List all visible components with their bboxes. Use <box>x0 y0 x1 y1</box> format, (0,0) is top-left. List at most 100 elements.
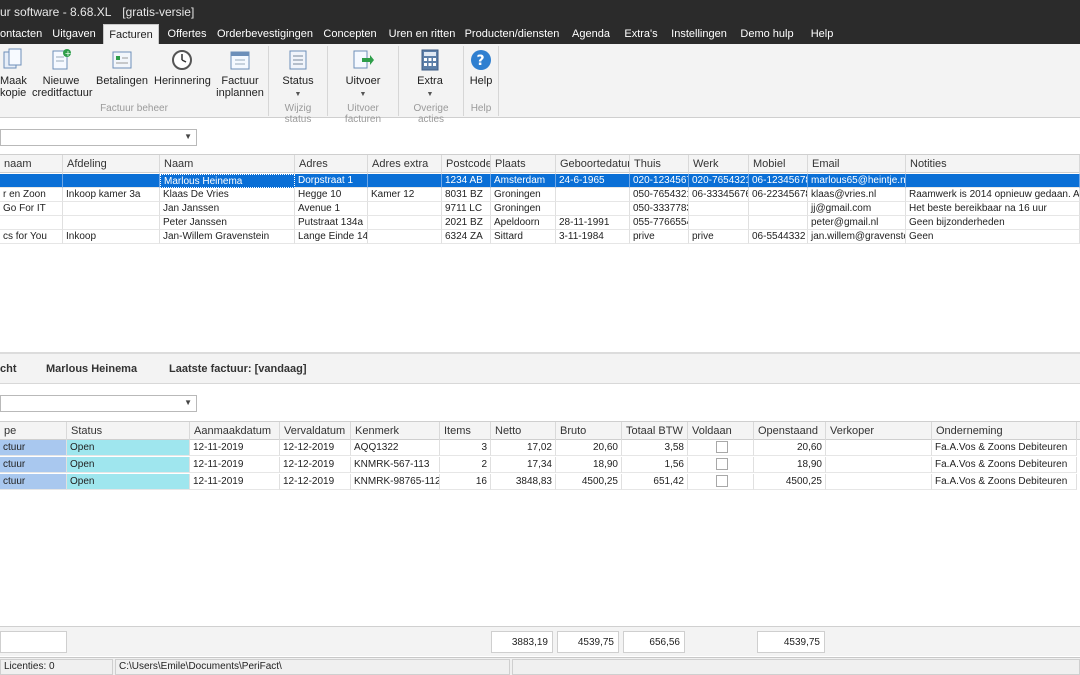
payments-button[interactable]: Betalingen <box>96 48 148 87</box>
menu-offertes[interactable]: Offertes <box>161 24 213 44</box>
group-factuur-beheer: Factuur beheer <box>100 103 168 114</box>
contact-cell: 3-11-1984 <box>556 230 630 244</box>
col-header[interactable]: Geboortedatum <box>556 155 630 174</box>
menu-facturen[interactable]: Facturen <box>103 24 159 45</box>
col-header[interactable]: Voldaan <box>688 422 754 441</box>
menu-uren-en-ritten[interactable]: Uren en ritten <box>386 24 458 44</box>
calendar-icon <box>229 48 251 72</box>
contact-row[interactable]: Go For IT Jan Janssen Avenue 1 9711 LC Groni… <box>0 202 1080 216</box>
col-header[interactable]: Items <box>440 422 491 441</box>
ribbon-separator <box>498 46 499 116</box>
col-header[interactable]: Onderneming <box>932 422 1077 441</box>
contact-cell: Dorpstraat 1 <box>295 174 368 188</box>
contact-row[interactable]: r en Zoon Inkoop kamer 3a Klaas De Vries He… <box>0 188 1080 202</box>
group-uitvoer-facturen: Uitvoer facturen <box>344 103 382 125</box>
menu-uitgaven[interactable]: Uitgaven <box>46 24 102 44</box>
col-header[interactable]: Aanmaakdatum <box>190 422 280 441</box>
menu-help[interactable]: Help <box>804 24 840 44</box>
col-header[interactable]: Bruto <box>556 422 622 441</box>
col-header[interactable]: Email <box>808 155 906 174</box>
extra-dropdown-button[interactable]: Extra ▼ <box>402 48 458 101</box>
contact-row[interactable]: Peter Janssen Putstraat 134a 2021 BZ Apeldo… <box>0 216 1080 230</box>
invoice-cell: 12-12-2019 <box>280 457 351 473</box>
col-header[interactable]: Thuis <box>630 155 689 174</box>
invoice-cell: 18,90 <box>556 457 622 473</box>
contacts-grid-header: naam Afdeling Naam Adres Adres extra Pos… <box>0 154 1080 174</box>
invoice-cell: AQQ1322 <box>351 440 440 456</box>
invoice-row[interactable]: ctuur Open 12-11-2019 12-12-2019 KNMRK-98765… <box>0 474 1080 490</box>
invoice-row[interactable]: ctuur Open 12-11-2019 12-12-2019 AQQ1322 3 17,… <box>0 440 1080 456</box>
col-header[interactable]: Werk <box>689 155 749 174</box>
col-header[interactable]: Plaats <box>491 155 556 174</box>
svg-text:+: + <box>65 49 72 58</box>
contact-cell: 6324 ZA <box>442 230 491 244</box>
contact-row[interactable]: Marlous Heinema Dorpstraat 1 1234 AB Amster… <box>0 174 1080 188</box>
contact-cell <box>368 202 442 216</box>
output-dropdown-button[interactable]: Uitvoer ▼ <box>330 48 396 101</box>
menu-contacten[interactable]: ontacten <box>0 24 42 44</box>
licenses-label: Licenties: 0 <box>0 659 113 675</box>
menu-bar: ontacten Uitgaven Facturen Offertes Orde… <box>0 24 1080 45</box>
col-header[interactable]: Postcode <box>442 155 491 174</box>
contact-cell: Groningen <box>491 188 556 202</box>
menu-agenda[interactable]: Agenda <box>566 24 616 44</box>
new-creditnote-button[interactable]: + Nieuwe creditfactuur <box>32 48 93 99</box>
invoice-cell: 3 <box>440 440 491 456</box>
menu-orderbevestigingen[interactable]: Orderbevestigingen <box>216 24 314 44</box>
contact-cell: Sittard <box>491 230 556 244</box>
contact-cell: 06-22345678 <box>749 188 808 202</box>
col-header[interactable]: Vervaldatum <box>280 422 351 441</box>
status-dropdown-button[interactable]: Status ▼ <box>272 48 324 101</box>
total-netto: 3883,19 <box>491 631 553 653</box>
col-header[interactable]: Totaal BTW <box>622 422 688 441</box>
col-header[interactable]: Kenmerk <box>351 422 440 441</box>
clock-icon <box>171 48 193 72</box>
menu-demo-hulp[interactable]: Demo hulp <box>736 24 798 44</box>
copy-button[interactable]: Maak kopie <box>0 48 27 99</box>
contact-cell: Avenue 1 <box>295 202 368 216</box>
col-header[interactable]: Adres extra <box>368 155 442 174</box>
menu-extras[interactable]: Extra's <box>620 24 662 44</box>
invoice-cell: 651,42 <box>622 474 688 490</box>
copy-label-2: kopie <box>0 87 27 99</box>
col-header[interactable]: Verkoper <box>826 422 932 441</box>
col-header[interactable]: Afdeling <box>63 155 160 174</box>
menu-producten-diensten[interactable]: Producten/diensten <box>464 24 560 44</box>
help-label: Help <box>469 75 493 87</box>
contact-cell: 050-7654321 <box>630 188 689 202</box>
copy-label-1: Maak <box>0 75 27 87</box>
menu-concepten[interactable]: Concepten <box>320 24 380 44</box>
paid-checkbox[interactable] <box>716 441 728 453</box>
contact-row[interactable]: cs for You Inkoop Jan-Willem Gravenstein La… <box>0 230 1080 244</box>
contact-cell: 050-3337783 <box>630 202 689 216</box>
contact-cell: Raamwerk is 2014 opnieuw gedaan. Alleen <box>906 188 1080 202</box>
schedule-invoice-button[interactable]: Factuur inplannen <box>216 48 264 99</box>
menu-instellingen[interactable]: Instellingen <box>668 24 730 44</box>
invoice-cell: 20,60 <box>556 440 622 456</box>
info-label: cht <box>0 363 17 375</box>
paid-checkbox[interactable] <box>716 458 728 470</box>
invoice-cell: 16 <box>440 474 491 490</box>
col-header[interactable]: Notities <box>906 155 1080 174</box>
contacts-filter-combo[interactable]: ▼ <box>0 129 197 146</box>
col-header[interactable]: Adres <box>295 155 368 174</box>
col-header[interactable]: Status <box>67 422 190 441</box>
contact-cell: Groningen <box>491 202 556 216</box>
invoice-row[interactable]: ctuur Open 12-11-2019 12-12-2019 KNMRK-567-1… <box>0 457 1080 473</box>
invoices-filter-combo[interactable]: ▼ <box>0 395 197 412</box>
group-overige-acties: Overige acties <box>413 103 449 125</box>
col-header[interactable]: Mobiel <box>749 155 808 174</box>
help-button[interactable]: ? Help <box>466 48 496 87</box>
col-header[interactable]: Netto <box>491 422 556 441</box>
contact-cell: Apeldoorn <box>491 216 556 230</box>
contact-cell: klaas@vries.nl <box>808 188 906 202</box>
col-header[interactable]: Openstaand <box>754 422 826 441</box>
credit-label-2: creditfactuur <box>32 87 93 99</box>
reminder-button[interactable]: Herinnering <box>154 48 211 87</box>
col-header[interactable]: Naam <box>160 155 295 174</box>
col-header[interactable]: pe <box>0 422 67 441</box>
contact-cell: prive <box>630 230 689 244</box>
col-header[interactable]: naam <box>0 155 63 174</box>
paid-checkbox[interactable] <box>716 475 728 487</box>
invoice-cell: 12-12-2019 <box>280 474 351 490</box>
